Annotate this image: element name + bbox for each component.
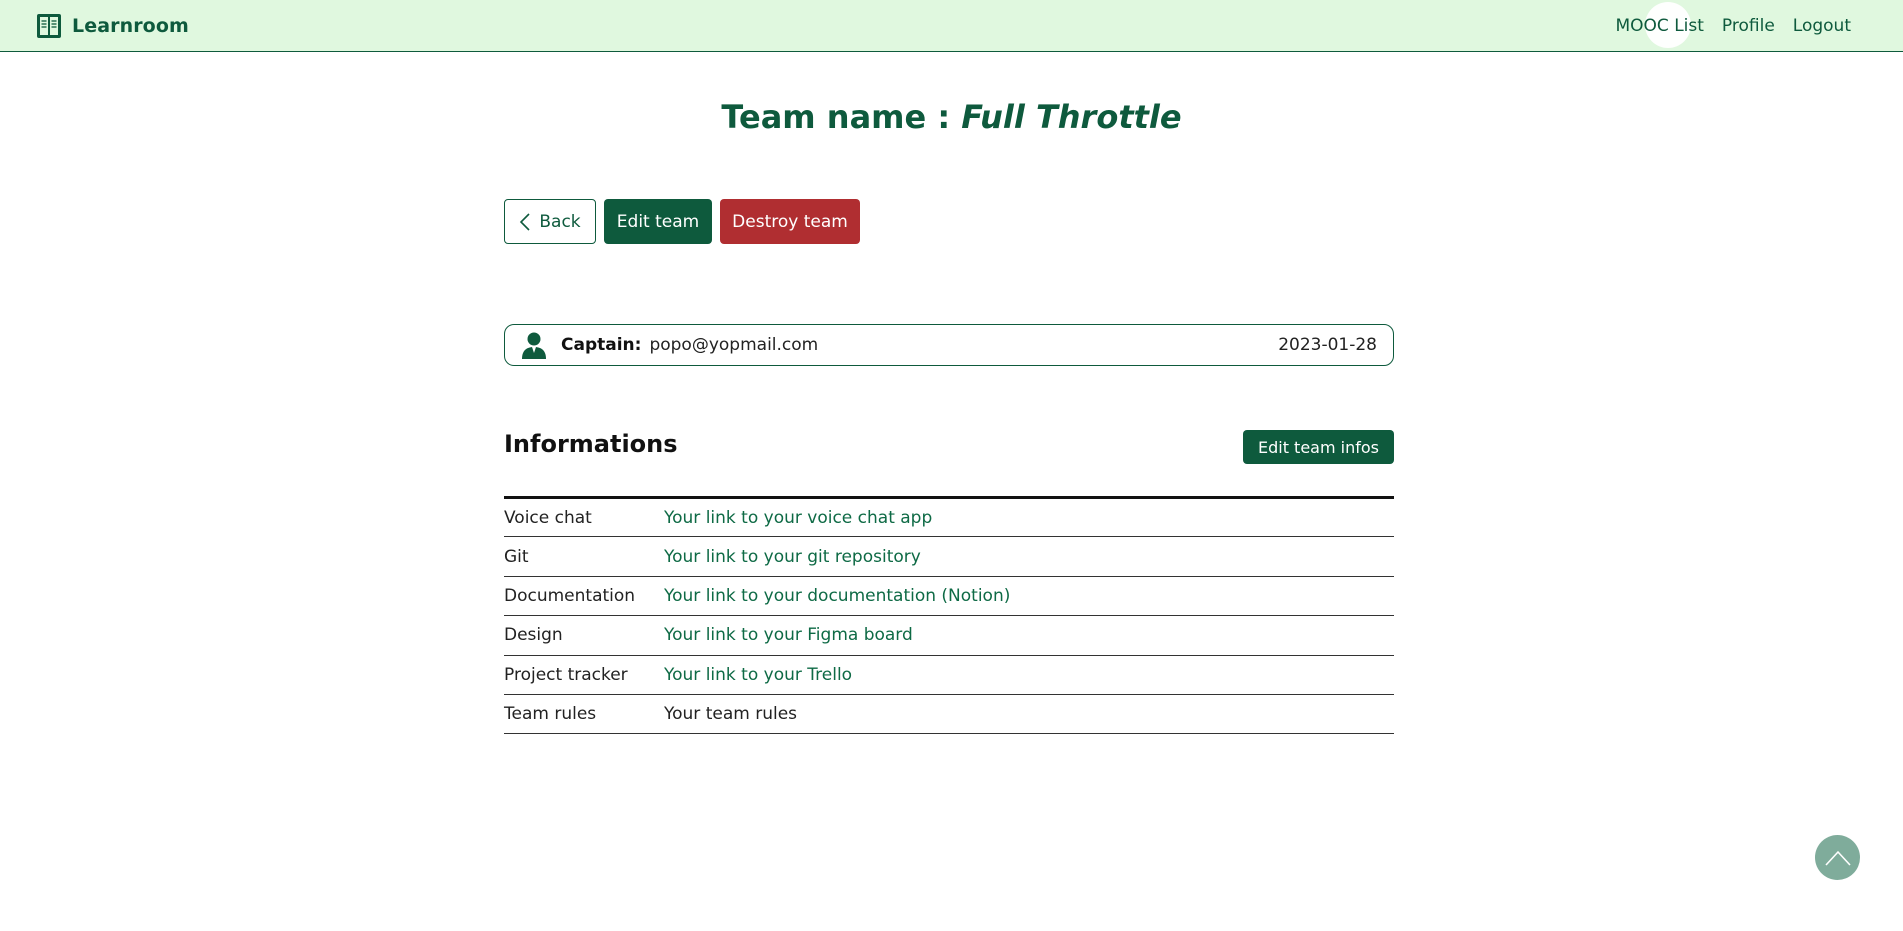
navbar: Learnroom MOOC List Profile Logout — [0, 0, 1903, 52]
info-key: Git — [504, 546, 529, 567]
brand-label: Learnroom — [72, 15, 189, 37]
nav-link-profile[interactable]: Profile — [1722, 10, 1775, 42]
documentation-link[interactable]: Your link to your documentation (Notion) — [664, 586, 1010, 606]
voice-chat-link[interactable]: Your link to your voice chat app — [664, 508, 932, 528]
captain-email: popo@yopmail.com — [649, 335, 819, 355]
back-button-label: Back — [539, 211, 581, 232]
edit-team-infos-button[interactable]: Edit team infos — [1243, 430, 1394, 464]
table-row: Git Your link to your git repository — [504, 537, 1394, 577]
user-icon — [522, 332, 546, 359]
captain-label: Captain: — [561, 335, 642, 355]
nav-link-mooc-list[interactable]: MOOC List — [1616, 10, 1704, 42]
info-key: Team rules — [504, 704, 597, 725]
edit-team-button[interactable]: Edit team — [604, 199, 712, 244]
table-row: Voice chat Your link to your voice chat … — [504, 498, 1394, 537]
page-title: Team name : Full Throttle — [0, 98, 1903, 136]
table-row: Team rules Your team rules — [504, 694, 1394, 734]
back-button[interactable]: Back — [504, 199, 596, 244]
informations-table: Voice chat Your link to your voice chat … — [504, 496, 1394, 734]
team-name: Full Throttle — [961, 98, 1182, 136]
git-link[interactable]: Your link to your git repository — [664, 547, 921, 567]
design-link[interactable]: Your link to your Figma board — [664, 625, 913, 645]
info-key: Documentation — [504, 585, 636, 606]
informations-heading: Informations — [504, 430, 678, 458]
nav-link-logout[interactable]: Logout — [1793, 10, 1851, 42]
table-row: Project tracker Your link to your Trello — [504, 655, 1394, 695]
nav-links: MOOC List Profile Logout — [1616, 0, 1852, 52]
scroll-to-top-button[interactable] — [1815, 835, 1860, 880]
chevron-left-icon — [520, 212, 530, 231]
info-key: Project tracker — [504, 664, 628, 685]
brand-link[interactable]: Learnroom — [36, 13, 189, 39]
team-rules-text: Your team rules — [664, 704, 798, 725]
chevron-up-icon — [1824, 850, 1851, 866]
table-row: Documentation Your link to your document… — [504, 576, 1394, 616]
captain-card: Captain: popo@yopmail.com 2023-01-28 — [504, 324, 1394, 366]
info-key: Design — [504, 625, 563, 646]
team-actions: Back Edit team Destroy team — [504, 199, 860, 244]
destroy-team-button[interactable]: Destroy team — [720, 199, 860, 244]
page-title-prefix: Team name : — [721, 98, 962, 136]
info-key: Voice chat — [504, 507, 592, 528]
captain-date: 2023-01-28 — [1278, 335, 1377, 355]
project-tracker-link[interactable]: Your link to your Trello — [664, 665, 852, 685]
book-icon — [37, 14, 61, 38]
table-row: Design Your link to your Figma board — [504, 616, 1394, 656]
